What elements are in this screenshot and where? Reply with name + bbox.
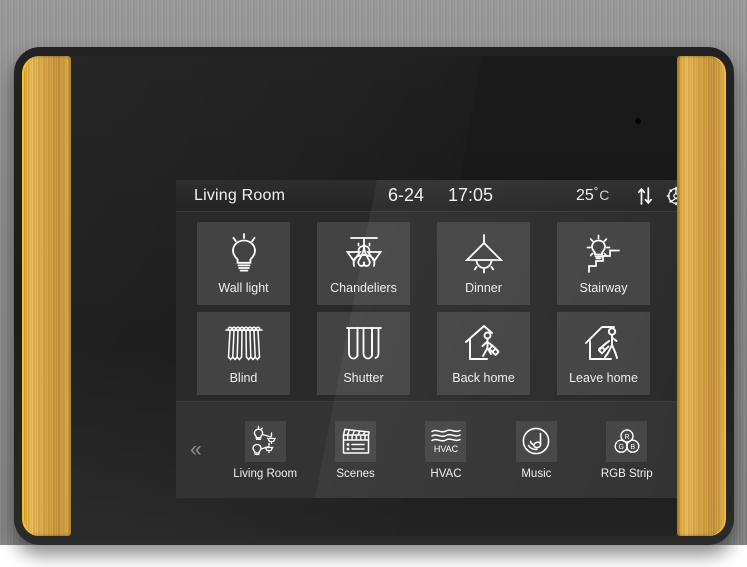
lcd-screen: Living Room 6-24 17:05 25°C Wall light C…: [176, 180, 677, 498]
device-front-face: Living Room 6-24 17:05 25°C Wall light C…: [71, 56, 677, 536]
up-down-arrows-icon[interactable]: [636, 186, 654, 206]
rgb-channel-b: B: [630, 444, 635, 451]
tile-grid: Wall light Chandeliers Dinner Stairway B…: [176, 212, 677, 395]
tile-blind[interactable]: Blind: [197, 312, 290, 395]
tile-label: Chandeliers: [330, 281, 397, 295]
music-disc-icon: [515, 420, 557, 462]
tile-label: Blind: [229, 371, 258, 385]
hvac-icon-text: HVAC: [434, 444, 459, 454]
nav-item-rgb-strip[interactable]: R G B RGB Strip: [588, 420, 666, 480]
status-time-label: 17:05: [448, 185, 494, 205]
light-bulb-icon: [222, 231, 266, 277]
nav-item-list: Living Room Scenes HVAC HVAC Music R G B…: [216, 420, 676, 480]
tile-back-home[interactable]: Back home: [437, 312, 530, 395]
nav-item-music[interactable]: Music: [497, 420, 575, 480]
tile-label: Stairway: [579, 281, 628, 295]
temperature-value: 25: [576, 187, 594, 204]
nav-prev-arrow[interactable]: «: [176, 438, 216, 462]
pendant-lamp-icon: [461, 231, 507, 277]
left-gold-bezel: [22, 56, 71, 536]
temperature-unit: C: [599, 187, 610, 203]
sensor-dot: [635, 118, 641, 124]
rgb-channel-g: G: [618, 444, 623, 451]
tile-wall-light[interactable]: Wall light: [197, 222, 290, 305]
blind-curtain-icon: [221, 321, 267, 367]
nav-item-hvac[interactable]: HVAC HVAC: [407, 420, 485, 480]
room-lights-network-icon: [244, 420, 286, 462]
tile-stairway[interactable]: Stairway: [557, 222, 650, 305]
nav-item-scenes[interactable]: Scenes: [317, 420, 395, 480]
status-room-label: Living Room: [194, 186, 286, 204]
status-bar: Living Room 6-24 17:05 25°C: [176, 180, 677, 212]
tile-shutter[interactable]: Shutter: [317, 312, 410, 395]
tile-label: Shutter: [343, 371, 384, 385]
rgb-circles-icon: R G B: [606, 420, 648, 462]
nav-item-label: Living Room: [233, 467, 298, 480]
nav-item-living-room[interactable]: Living Room: [226, 420, 304, 480]
chandelier-icon: [341, 231, 387, 277]
nav-item-label: RGB Strip: [600, 467, 653, 480]
status-date-label: 6-24: [388, 185, 425, 205]
nav-item-label: Scenes: [336, 467, 375, 480]
right-gold-bezel: [677, 56, 726, 536]
tile-row-1: Wall light Chandeliers Dinner Stairway: [176, 222, 677, 305]
tile-label: Back home: [452, 371, 515, 385]
settings-gear-icon[interactable]: [665, 185, 677, 207]
tile-leave-home[interactable]: Leave home: [557, 312, 650, 395]
touch-panel-device: Living Room 6-24 17:05 25°C Wall light C…: [14, 47, 734, 545]
nav-item-label: Music: [521, 467, 552, 480]
nav-next-arrow[interactable]: »: [676, 438, 677, 462]
clapperboard-icon: [335, 420, 377, 462]
bottom-navigation-bar: « Living Room Scenes HVAC HVAC Music R G…: [176, 401, 677, 498]
nav-item-label: HVAC: [430, 467, 462, 480]
tile-label: Wall light: [218, 281, 269, 295]
tile-row-2: Blind Shutter Back home Leave home: [176, 312, 677, 395]
shutter-icon: [341, 321, 387, 367]
status-temperature: 25°C: [576, 186, 609, 205]
tile-dinner[interactable]: Dinner: [437, 222, 530, 305]
tile-chandeliers[interactable]: Chandeliers: [317, 222, 410, 305]
hvac-waves-icon: HVAC: [425, 420, 467, 462]
rgb-channel-r: R: [624, 434, 629, 441]
house-person-enter-icon: [461, 321, 507, 367]
tile-label: Dinner: [465, 281, 502, 295]
tile-label: Leave home: [569, 371, 638, 385]
house-person-leave-icon: [581, 321, 627, 367]
degree-symbol: °: [593, 186, 599, 198]
stairway-light-icon: [581, 231, 627, 277]
